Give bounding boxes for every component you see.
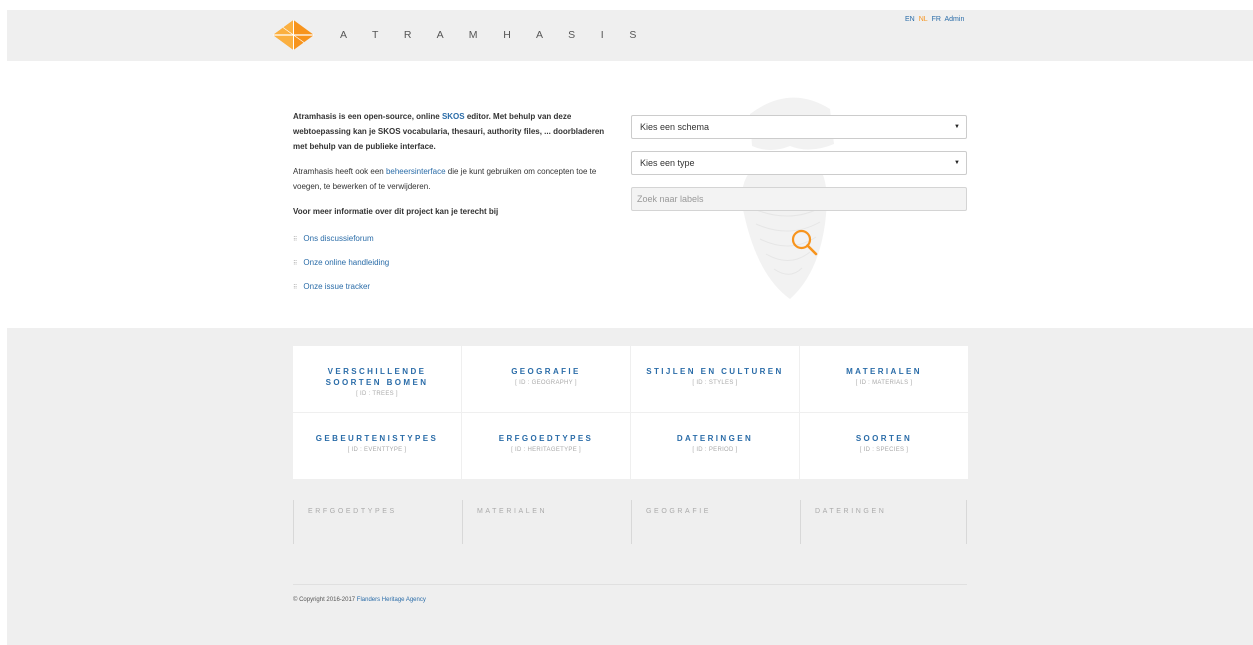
bullet-icon: ⠿ [293,237,298,243]
scheme-title: ERFGOEDTYPES [498,434,594,443]
schema-select-value: Kies een schema [640,122,710,132]
skos-link[interactable]: SKOS [442,112,465,121]
label-search-input[interactable]: Zoek naar labels [631,187,967,211]
admin-interface-link[interactable]: beheersinterface [386,167,446,176]
scheme-title: GEOGRAFIE [511,367,581,376]
scheme-id: [ ID : STYLES ] [692,380,738,386]
footer-divider [293,584,967,585]
search-icon[interactable] [790,228,818,256]
column-heritagetypes: ERFGOEDTYPES [293,500,462,544]
issue-tracker-link[interactable]: Onze issue tracker [303,282,370,291]
scheme-title: SOORTEN [855,434,913,443]
scheme-card-geography[interactable]: GEOGRAFIE [ ID : GEOGRAPHY ] [462,346,630,412]
scheme-card-eventtype[interactable]: GEBEURTENISTYPES [ ID : EVENTTYPE ] [293,413,461,479]
intro-admin-paragraph: Atramhasis heeft ook een beheersinterfac… [293,164,616,194]
intro-admin-text: Atramhasis heeft ook een [293,167,386,176]
atramhasis-logo-icon[interactable] [272,19,315,51]
brand-name[interactable]: A T R A M H A S I S [340,29,648,41]
scheme-grid: VERSCHILLENDE SOORTEN BOMEN [ ID : TREES… [293,346,968,480]
list-item: ⠿ Onze issue tracker [293,280,389,304]
lang-nl-link[interactable]: NL [919,16,928,23]
agency-link[interactable]: Flanders Heritage Agency [357,597,426,603]
more-info-heading: Voor meer informatie over dit project ka… [293,207,499,216]
column-periods: DATERINGEN [800,500,967,544]
scheme-id: [ ID : SPECIES ] [859,447,909,453]
language-switcher: EN NL FR Admin [905,16,966,23]
scheme-id: [ ID : PERIOD ] [692,447,738,453]
scheme-id: [ ID : MATERIALS ] [855,380,913,386]
scheme-columns: ERFGOEDTYPES MATERIALEN GEOGRAFIE DATERI… [293,500,967,544]
scheme-id: [ ID : GEOGRAPHY ] [515,380,577,386]
admin-link[interactable]: Admin [945,16,965,23]
copyright-label: © Copyright 2016-2017 [293,597,357,603]
info-links: ⠿ Ons discussieforum ⠿ Onze online handlei… [293,232,389,304]
list-item: ⠿ Ons discussieforum [293,232,389,256]
scheme-title: GEBEURTENISTYPES [315,434,439,443]
scheme-id: [ ID : EVENTTYPE ] [347,447,407,453]
site-header: A T R A M H A S I S EN NL FR Admin [7,10,1253,61]
list-item: ⠿ Onze online handleiding [293,256,389,280]
manual-link[interactable]: Onze online handleiding [303,258,389,267]
bullet-icon: ⠿ [293,285,298,291]
column-materials: MATERIALEN [462,500,631,544]
schema-select[interactable]: Kies een schema ▼ [631,115,967,139]
caret-down-icon: ▼ [954,160,960,166]
scheme-title: DATERINGEN [676,434,754,443]
forum-link[interactable]: Ons discussieforum [303,234,373,243]
intro-text: Atramhasis is een open-source, online SK… [293,109,616,229]
scheme-card-period[interactable]: DATERINGEN [ ID : PERIOD ] [631,413,799,479]
caret-down-icon: ▼ [954,124,960,130]
type-select-value: Kies een type [640,158,695,168]
scheme-title: VERSCHILLENDE SOORTEN BOMEN [325,367,429,387]
scheme-card-trees[interactable]: VERSCHILLENDE SOORTEN BOMEN [ ID : TREES… [293,346,461,412]
scheme-card-heritagetype[interactable]: ERFGOEDTYPES [ ID : HERITAGETYPE ] [462,413,630,479]
column-geography: GEOGRAFIE [631,500,800,544]
scheme-title: STIJLEN EN CULTUREN [646,367,784,376]
intro-lead-text: Atramhasis is een open-source, online [293,112,442,121]
type-select[interactable]: Kies een type ▼ [631,151,967,175]
lang-fr-link[interactable]: FR [932,16,941,23]
intro-lead: Atramhasis is een open-source, online SK… [293,109,616,154]
scheme-card-materials[interactable]: MATERIALEN [ ID : MATERIALS ] [800,346,968,412]
bullet-icon: ⠿ [293,261,298,267]
scheme-card-styles[interactable]: STIJLEN EN CULTUREN [ ID : STYLES ] [631,346,799,412]
scheme-id: [ ID : HERITAGETYPE ] [511,447,581,453]
scheme-title: MATERIALEN [846,367,922,376]
lang-en-link[interactable]: EN [905,16,915,23]
copyright-text: © Copyright 2016-2017 Flanders Heritage … [293,597,426,603]
scheme-card-species[interactable]: SOORTEN [ ID : SPECIES ] [800,413,968,479]
scheme-id: [ ID : TREES ] [356,391,398,397]
